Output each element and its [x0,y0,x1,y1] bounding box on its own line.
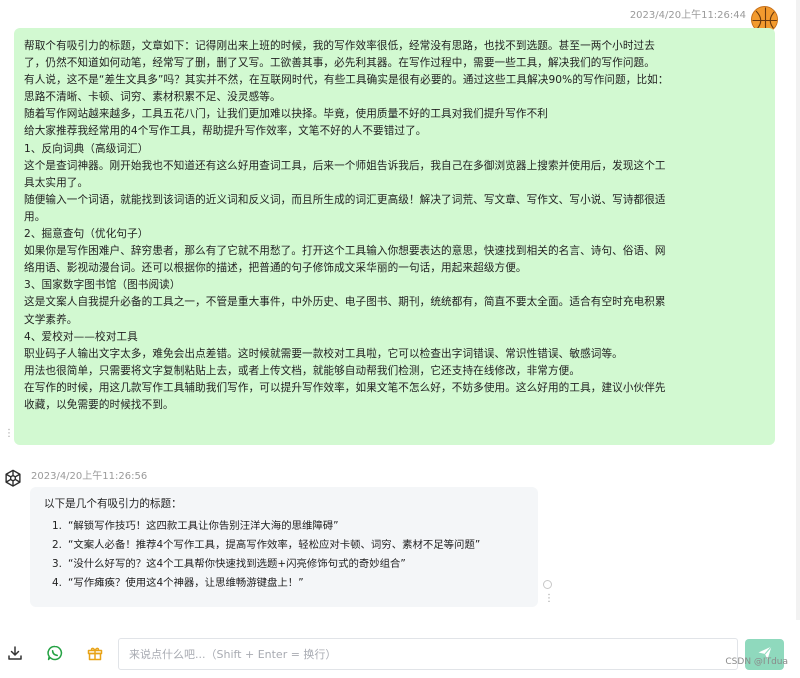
list-item-text: “解锁写作技巧！这四款工具让你告别汪洋大海的思维障碍” [68,520,339,532]
bot-message-timestamp: 2023/4/20上午11:26:56 [31,471,148,482]
user-message-line: 了，仍然不知道如何动笔，经常写了删，删了又写。工欲善其事，必先利其器。在写作过程… [24,57,655,70]
user-message-line: 用。 [24,210,46,223]
user-message-line: 收藏，以免需要的时候找不到。 [24,398,174,411]
list-item-number: 2. [52,539,62,551]
list-item-number: 4. [52,577,62,589]
user-message-line: 随着写作网站越来越多，工具五花八门，让我们更加难以抉择。毕竟，使用质量不好的工具… [24,108,548,121]
list-item-number: 3. [52,558,62,570]
list-item: 2. “文案人必备！推荐4个写作工具，提高写作效率，轻松应对卡顿、词穷、素材不足等… [42,536,526,555]
user-message-line: 1、反向词典（高级词汇） [24,142,149,155]
user-message-line: 具太实用了。 [24,176,89,189]
user-message-bubble: 帮取个有吸引力的标题，文章如下：记得刚出来上班的时候，我的写作效率很低，经常没有… [14,28,775,445]
download-icon[interactable] [6,644,24,662]
loading-indicator [543,580,552,589]
list-item: 3. “没什么好写的？这4个工具帮你快速找到选题+闪亮修饰句式的奇妙组合” [42,555,526,574]
user-message-line: 3、国家数字图书馆（图书阅读） [24,279,181,292]
csdn-watermark: CSDN @ITdua [725,657,788,667]
user-message-line: 思路不清晰、卡顿、词穷、素材积累不足、没灵感等。 [24,91,281,104]
user-message-line: 这是文案人自我提升必备的工具之一，不管是重大事件，中外历史、电子图书、期刊，统统… [24,296,666,309]
user-message-line: 文学素养。 [24,313,78,326]
user-message-line: 2、掘意查句（优化句子） [24,228,149,241]
bot-message-more-icon[interactable]: ⋮ [544,594,554,604]
list-item: 4. “写作瘫痪？使用这4个神器，让思维畅游键盘上！” [42,574,526,593]
scrollbar-track[interactable] [796,0,800,620]
user-message-line: 用法也很简单，只需要将文字复制粘贴上去，或者上传文档，就能够自动帮我们检测，它还… [24,364,581,377]
list-item-text: “文案人必备！推荐4个写作工具，提高写作效率，轻松应对卡顿、词穷、素材不足等问题… [68,539,481,551]
whatsapp-icon[interactable] [46,644,64,662]
bot-message-bubble: 以下是几个有吸引力的标题： 1. “解锁写作技巧！这四款工具让你告别汪洋大海的思维… [30,487,538,607]
user-message-line: 随便输入一个词语，就能找到该词语的近义词和反义词，而且所生成的词汇更高级！解决了… [24,193,666,206]
user-message-timestamp: 2023/4/20上午11:26:44 [629,10,746,21]
list-item-number: 1. [52,520,62,532]
bot-message-intro: 以下是几个有吸引力的标题： [44,498,182,510]
list-item-text: “写作瘫痪？使用这4个神器，让思维畅游键盘上！” [68,577,304,589]
user-message-line: 4、爱校对——校对工具 [24,330,138,343]
list-item-text: “没什么好写的？这4个工具帮你快速找到选题+闪亮修饰句式的奇妙组合” [68,558,406,570]
user-message-line: 这个是查词神器。刚开始我也不知道还有这么好用查词工具，后来一个师姐告诉我后，我自… [24,159,666,172]
message-input[interactable] [118,638,738,670]
user-message-line: 帮取个有吸引力的标题，文章如下：记得刚出来上班的时候，我的写作效率很低，经常没有… [24,40,655,52]
list-item: 1. “解锁写作技巧！这四款工具让你告别汪洋大海的思维障碍” [42,517,526,536]
user-message-line: 络用语、影视动漫台词。还可以根据你的描述，把普通的句子修饰成文采华丽的一句话，用… [24,262,527,275]
user-message-line: 如果你是写作困难户、辞穷患者，那么有了它就不用愁了。打开这个工具输入你想要表达的… [24,245,666,258]
user-message-line: 给大家推荐我经常用的4个写作工具，帮助提升写作效率，文笔不好的人不要错过了。 [24,125,427,138]
input-bar: CSDN @ITdua [0,630,800,678]
gift-icon[interactable] [86,644,104,662]
user-message-line: 职业码子人输出文字太多，难免会出点差错。这时候就需要一款校对工具啦，它可以检查出… [24,347,623,360]
chat-page: 2023/4/20上午11:26:44 帮取个有吸引力的标题，文章如下：记得刚出… [0,0,800,678]
user-message-more-icon[interactable]: ⋮ [4,429,14,439]
user-message-line: 在写作的时候，用这几款写作工具辅助我们写作，可以提升写作效率，如果文笔不怎么好，… [24,381,666,394]
title-suggestion-list: 1. “解锁写作技巧！这四款工具让你告别汪洋大海的思维障碍” 2. “文案人必备！推… [42,517,526,593]
openai-logo-icon [2,468,24,490]
user-message-line: 有人说，这不是“差生文具多”吗？其实并不然，在互联网时代，有些工具确实是很有必要… [24,74,669,87]
